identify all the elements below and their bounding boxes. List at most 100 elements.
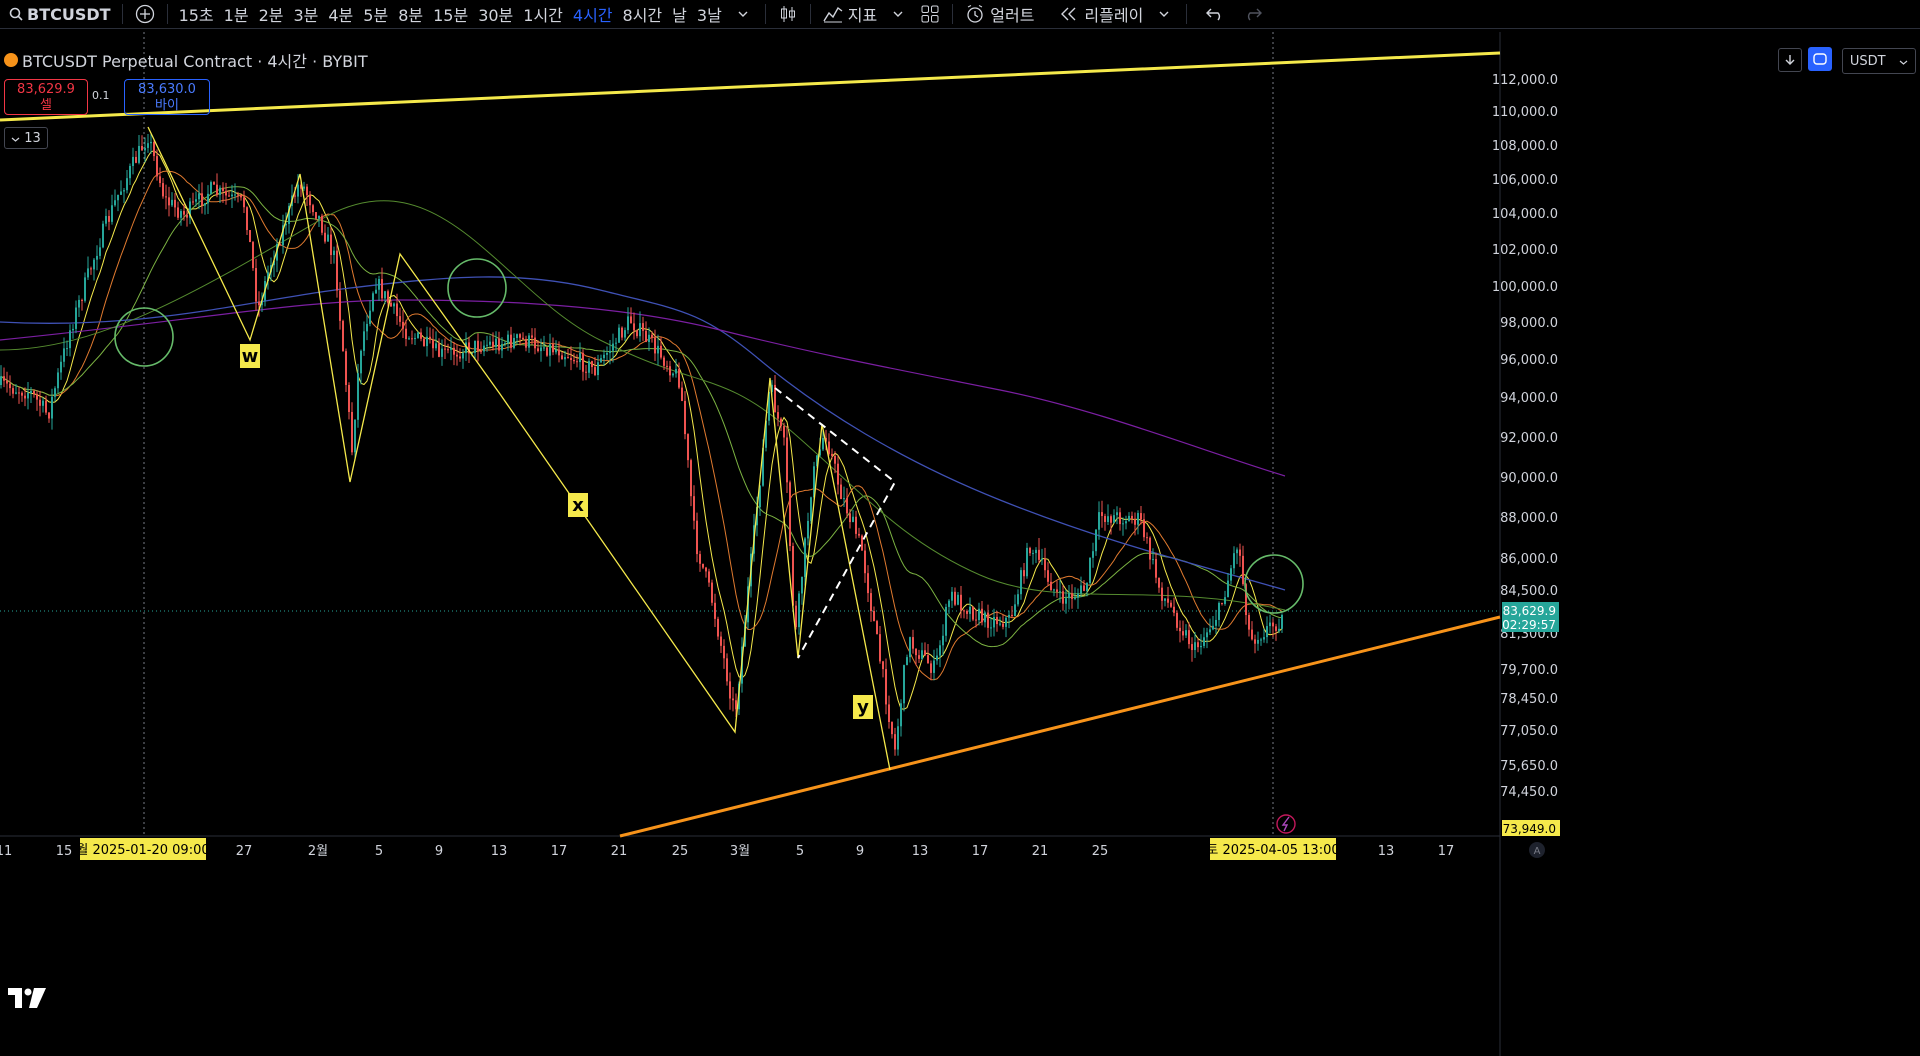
candle-body: [507, 334, 509, 344]
candle-body: [1047, 570, 1049, 582]
candle-body: [1143, 519, 1145, 538]
crosshair-time-left: 월 2025-01-20 09:00: [76, 843, 209, 858]
candle-body: [1173, 606, 1175, 613]
auto-scale-button[interactable]: [1808, 47, 1832, 71]
time-axis-tick: 21: [1032, 844, 1049, 859]
candle-body: [678, 368, 680, 388]
candle-body: [705, 567, 707, 572]
candle-body: [231, 194, 233, 197]
candle-body: [684, 400, 686, 435]
candle-body: [966, 611, 968, 614]
candle-body: [735, 700, 737, 710]
candle-body: [894, 734, 896, 750]
candle-body: [534, 337, 536, 349]
candle-body: [1185, 630, 1187, 636]
candle-body: [561, 355, 563, 360]
candlesticks: [0, 133, 1283, 756]
candle-body: [1044, 558, 1046, 571]
candle-body: [585, 371, 587, 373]
candle-body: [1248, 615, 1250, 630]
time-axis-tick: 5: [796, 844, 804, 859]
candle-body: [495, 338, 497, 348]
candle-body: [297, 184, 299, 197]
candle-body: [432, 339, 434, 349]
candle-body: [837, 463, 839, 485]
candle-body: [516, 334, 518, 339]
candle-body: [1206, 632, 1208, 638]
price-chart[interactable]: w x y 112,000.0 110,000.0 108,000.0 106,000.0…: [0, 0, 1920, 1056]
candle-body: [849, 513, 851, 523]
candle-body: [1017, 594, 1019, 605]
candle-body: [861, 535, 863, 551]
candle-body: [435, 343, 437, 349]
candle-body: [1008, 614, 1010, 618]
candle-body: [855, 516, 857, 534]
candle-body: [876, 621, 878, 635]
candle-body: [783, 426, 785, 438]
candle-body: [1266, 626, 1268, 638]
candle-body: [891, 722, 893, 735]
candle-body: [1278, 628, 1280, 631]
candle-body: [1023, 570, 1025, 577]
price-axis-tick: 104,000.0: [1492, 207, 1558, 222]
candle-body: [1035, 549, 1037, 554]
candle-body: [1113, 515, 1115, 523]
candle-body: [807, 520, 809, 539]
indicators-collapse-button[interactable]: 13: [4, 127, 48, 149]
candle-body: [1005, 617, 1007, 627]
candle-body: [915, 648, 917, 656]
candle-body: [588, 361, 590, 373]
candle-body: [618, 327, 620, 343]
candle-body: [24, 395, 26, 399]
candle-body: [456, 354, 458, 357]
candle-body: [192, 201, 194, 203]
moving-average-line: [0, 170, 1283, 681]
candle-body: [1038, 549, 1040, 560]
candle-body: [1281, 614, 1283, 629]
candle-body: [129, 166, 131, 179]
candle-body: [726, 658, 728, 682]
price-axis-tick: 78,450.0: [1500, 692, 1558, 707]
candle-body: [393, 303, 395, 307]
chevron-down-icon: [1899, 54, 1908, 69]
candle-body: [897, 726, 899, 750]
candle-body: [993, 616, 995, 628]
candle-body: [309, 195, 311, 206]
candle-body: [450, 347, 452, 350]
candle-body: [27, 392, 29, 399]
candle-body: [579, 352, 581, 363]
candle-body: [918, 655, 920, 659]
candle-body: [693, 496, 695, 521]
price-axis-tick: 106,000.0: [1492, 173, 1558, 188]
candle-body: [939, 645, 941, 656]
candle-body: [1089, 557, 1091, 583]
price-axis-tick: 110,000.0: [1492, 105, 1558, 120]
candle-body: [126, 178, 128, 191]
sell-price: 83,629.9: [17, 82, 75, 97]
candle-body: [864, 550, 866, 574]
candle-body: [690, 460, 692, 497]
price-axis-tick: 102,000.0: [1492, 243, 1558, 258]
candle-body: [441, 348, 443, 357]
candle-body: [603, 354, 605, 359]
candle-body: [390, 302, 392, 307]
spread-value: 0.1: [92, 89, 110, 102]
scroll-to-latest-button[interactable]: [1778, 48, 1802, 72]
candle-body: [501, 344, 503, 351]
candle-body: [1251, 629, 1253, 640]
buy-button[interactable]: 83,630.0 바이: [124, 79, 210, 115]
candle-body: [171, 199, 173, 206]
drawings: w x y: [0, 51, 1501, 838]
price-axis-tick: 100,000.0: [1492, 280, 1558, 295]
candle-body: [312, 205, 314, 213]
candle-body: [828, 441, 830, 454]
candle-body: [1131, 515, 1133, 519]
candle-body: [1194, 642, 1196, 651]
chevron-down-icon: [11, 131, 20, 146]
candle-body: [798, 593, 800, 628]
candle-body: [1101, 512, 1103, 517]
candle-body: [462, 353, 464, 359]
candle-body: [240, 195, 242, 198]
sell-button[interactable]: 83,629.9 셀: [4, 79, 88, 115]
currency-selector[interactable]: USDT: [1842, 48, 1916, 74]
